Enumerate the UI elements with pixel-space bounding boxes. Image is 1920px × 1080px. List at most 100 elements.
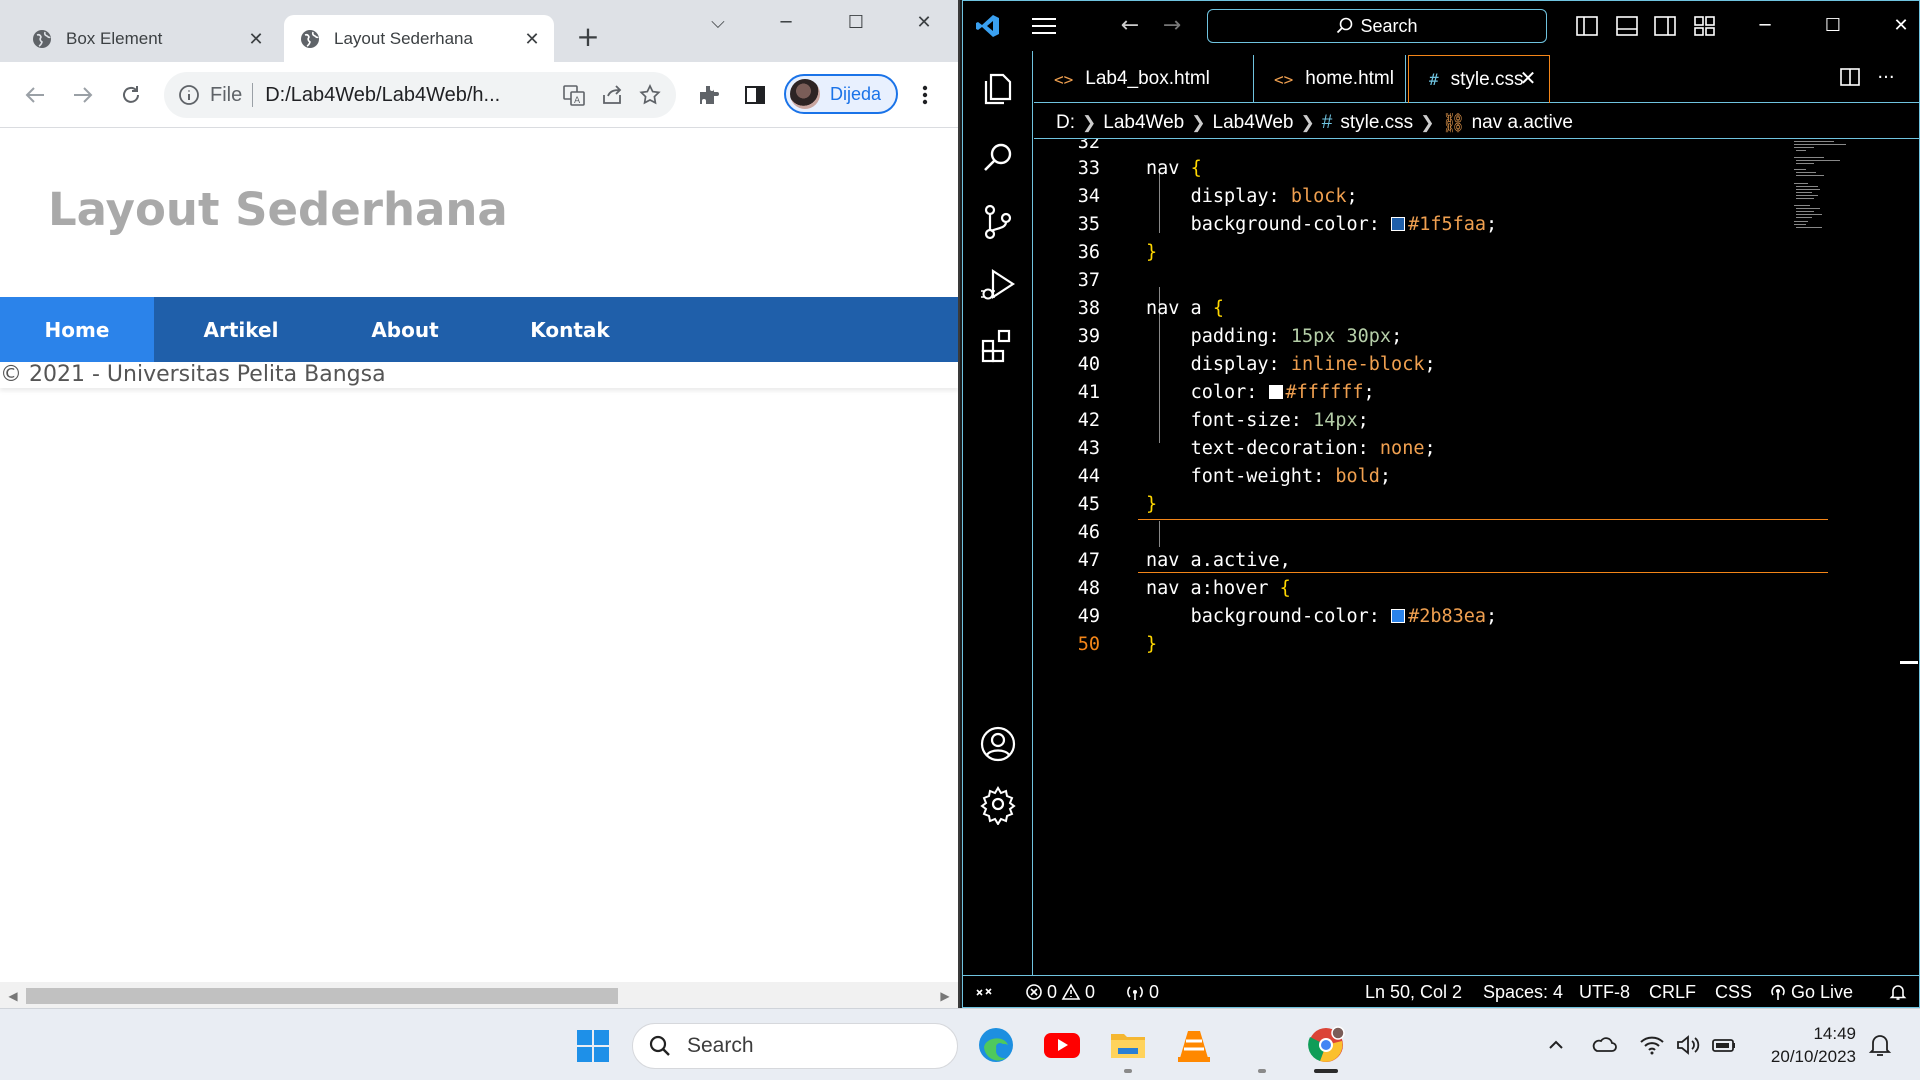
youtube-icon[interactable]	[1042, 1025, 1082, 1065]
command-center-search[interactable]: Search	[1207, 9, 1547, 43]
ports-indicator[interactable]: 0	[1125, 980, 1159, 1004]
nav-link-artikel[interactable]: Artikel	[154, 297, 328, 362]
edge-icon[interactable]	[976, 1025, 1016, 1065]
page-header: Layout Sederhana	[0, 129, 958, 297]
browser-tab-box-element[interactable]: Box Element ✕	[16, 15, 278, 62]
close-tab-icon[interactable]: ✕	[1517, 68, 1539, 90]
volume-icon[interactable]	[1674, 1031, 1702, 1059]
breadcrumb-folder[interactable]: Lab4Web	[1103, 112, 1184, 134]
manage-gear-icon[interactable]	[977, 783, 1019, 825]
url-scheme: File	[210, 83, 243, 106]
breadcrumb-folder[interactable]: Lab4Web	[1213, 112, 1294, 134]
split-editor-icon[interactable]	[1838, 67, 1862, 89]
address-bar[interactable]: File D:/Lab4Web/Lab4Web/h... A	[164, 72, 676, 118]
translate-icon[interactable]: A	[562, 83, 586, 107]
minimap[interactable]	[1794, 139, 1864, 239]
editor-tab-lab4-box[interactable]: <> Lab4_box.html	[1034, 55, 1254, 103]
code-editor[interactable]: 32 33 nav { 34 display: block; 35 backgro…	[1034, 139, 1919, 975]
breadcrumb-drive[interactable]: D:	[1056, 112, 1075, 134]
extensions-icon[interactable]	[977, 325, 1019, 367]
notifications-bell-icon[interactable]	[1889, 980, 1911, 1004]
scrollbar-thumb[interactable]	[26, 988, 618, 1004]
reload-icon[interactable]	[114, 78, 148, 112]
forward-arrow-icon[interactable]	[66, 78, 100, 112]
nav-link-home[interactable]: Home	[0, 297, 154, 362]
source-control-icon[interactable]	[977, 201, 1019, 243]
horizontal-scrollbar[interactable]: ◀ ▶	[0, 982, 958, 1008]
end-of-line[interactable]: CRLF	[1649, 980, 1696, 1004]
battery-icon[interactable]	[1710, 1031, 1738, 1059]
minimize-icon[interactable]: ─	[766, 8, 806, 38]
system-clock[interactable]: 14:49 20/10/2023	[1760, 1022, 1856, 1068]
file-explorer-icon[interactable]	[1108, 1025, 1148, 1065]
extensions-puzzle-icon[interactable]	[692, 78, 726, 112]
bookmark-star-icon[interactable]	[638, 83, 662, 107]
maximize-icon[interactable]: ☐	[1813, 11, 1853, 41]
symbol-class-icon: ⛓	[1441, 112, 1466, 134]
tab-search-chevron-icon[interactable]: ⌵	[698, 8, 738, 38]
maximize-icon[interactable]: ☐	[836, 8, 876, 38]
indentation[interactable]: Spaces: 4	[1483, 980, 1563, 1004]
search-icon[interactable]	[977, 137, 1019, 179]
chrome-toolbar: File D:/Lab4Web/Lab4Web/h... A Dijeda	[0, 62, 958, 128]
toggle-sidebar-icon[interactable]	[1575, 15, 1599, 37]
accounts-icon[interactable]	[977, 723, 1019, 765]
windows-start-icon[interactable]	[576, 1029, 610, 1063]
toggle-secondary-sidebar-icon[interactable]	[1653, 15, 1677, 37]
toggle-panel-icon[interactable]	[1615, 15, 1639, 37]
scroll-right-arrow-icon[interactable]: ▶	[938, 988, 952, 1004]
breadcrumb-symbol[interactable]: nav a.active	[1472, 112, 1573, 134]
close-window-icon[interactable]: ✕	[904, 8, 944, 38]
code-line: 43 text-decoration: none;	[1077, 438, 1436, 459]
share-icon[interactable]	[600, 83, 624, 107]
back-arrow-icon[interactable]	[18, 78, 52, 112]
color-swatch[interactable]	[1391, 609, 1406, 623]
taskbar-search[interactable]: Search	[632, 1023, 958, 1069]
forward-arrow-icon[interactable]: →	[1159, 15, 1185, 37]
wifi-icon[interactable]	[1638, 1031, 1666, 1059]
info-icon[interactable]	[178, 84, 200, 106]
encoding[interactable]: UTF-8	[1579, 980, 1630, 1004]
chevron-up-icon[interactable]	[1542, 1031, 1570, 1059]
nav-link-about[interactable]: About	[328, 297, 482, 362]
close-tab-icon[interactable]: ✕	[246, 29, 266, 49]
hamburger-menu-icon[interactable]	[1029, 13, 1059, 39]
back-arrow-icon[interactable]: ←	[1117, 15, 1143, 37]
editor-tab-style-css[interactable]: # style.css ✕	[1408, 55, 1550, 103]
error-icon	[1026, 984, 1042, 1000]
new-tab-plus-icon[interactable]: +	[574, 23, 602, 52]
more-actions-icon[interactable]: ···	[1874, 67, 1898, 89]
code-line: 37	[1077, 270, 1100, 291]
run-and-debug-icon[interactable]	[977, 263, 1019, 305]
vlc-icon[interactable]	[1174, 1025, 1214, 1065]
problems-indicator[interactable]: 0 0	[1025, 980, 1095, 1004]
browser-tab-layout-sederhana[interactable]: Layout Sederhana ✕	[284, 15, 554, 62]
more-menu-icon[interactable]	[908, 78, 942, 112]
customize-layout-icon[interactable]	[1693, 15, 1717, 37]
remote-indicator-icon[interactable]	[975, 980, 997, 1004]
nav-link-kontak[interactable]: Kontak	[482, 297, 658, 362]
close-tab-icon[interactable]: ✕	[522, 29, 542, 49]
clock-date: 20/10/2023	[1770, 1047, 1856, 1066]
url-text[interactable]: D:/Lab4Web/Lab4Web/h...	[265, 84, 554, 107]
explorer-files-icon[interactable]	[977, 67, 1019, 109]
color-swatch[interactable]	[1391, 217, 1406, 231]
warning-icon	[1061, 983, 1081, 1000]
chrome-icon[interactable]	[1306, 1025, 1346, 1065]
code-line: 49 background-color: #2b83ea;	[1077, 606, 1498, 627]
scroll-left-arrow-icon[interactable]: ◀	[6, 988, 20, 1004]
close-window-icon[interactable]: ✕	[1881, 11, 1920, 41]
editor-tab-home[interactable]: <> home.html	[1254, 55, 1406, 103]
side-panel-icon[interactable]	[738, 78, 772, 112]
profile-button[interactable]: Dijeda	[784, 74, 898, 114]
breadcrumb-file[interactable]: style.css	[1340, 112, 1413, 134]
color-swatch[interactable]	[1268, 385, 1283, 399]
minimize-icon[interactable]: ─	[1745, 11, 1785, 41]
html-icon: <>	[1274, 69, 1294, 89]
go-live-label: Go Live	[1791, 982, 1854, 1002]
onedrive-cloud-icon[interactable]	[1590, 1031, 1618, 1059]
cursor-position[interactable]: Ln 50, Col 2	[1365, 980, 1462, 1004]
notification-bell-icon[interactable]	[1866, 1031, 1894, 1059]
go-live-button[interactable]: Go Live	[1769, 980, 1853, 1004]
language-mode[interactable]: CSS	[1715, 980, 1752, 1004]
